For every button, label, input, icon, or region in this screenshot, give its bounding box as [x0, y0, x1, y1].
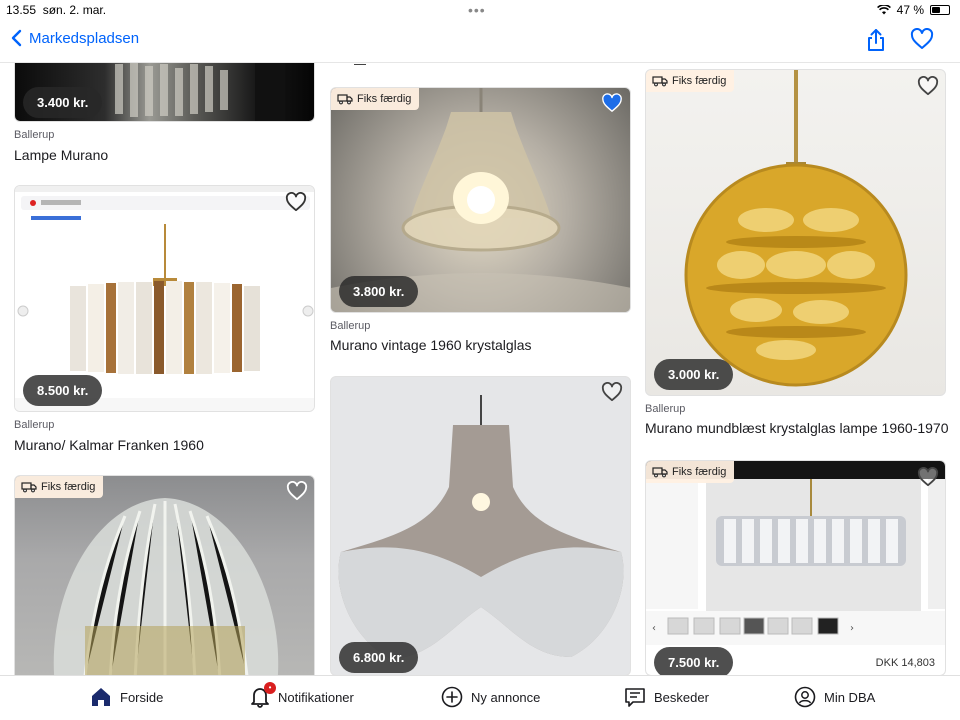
fiks-faerdig-badge: Fiks færdig [646, 70, 735, 92]
favorite-heart-icon[interactable] [286, 481, 308, 501]
badge-label: Fiks færdig [672, 466, 727, 478]
back-label: Markedspladsen [29, 29, 140, 47]
tab-messages[interactable]: Beskeder [624, 686, 709, 708]
favorite-heart-icon[interactable] [601, 382, 623, 402]
fiks-faerdig-badge: Fiks færdig [646, 461, 735, 483]
favorite-heart-icon[interactable] [285, 192, 307, 212]
delivery-truck-icon [652, 76, 668, 87]
favorite-heart-icon[interactable] [910, 28, 934, 50]
price-tag: 3.000 kr. [654, 359, 734, 390]
status-bar: 13.55 søn. 2. mar. ••• 47 % [0, 0, 960, 20]
flower-lamp-photo [338, 395, 624, 659]
nav-bar: Markedspladsen [0, 20, 960, 63]
price-tag: 3.800 kr. [339, 276, 419, 307]
listing-location: Ballerup [14, 419, 55, 431]
listing-card[interactable]: ‹ › Fiks færdig 7.500 kr. DKK 14,803 [645, 460, 947, 675]
favorite-heart-icon[interactable] [917, 467, 939, 487]
listing-card[interactable]: 6.800 kr. [330, 376, 631, 675]
listing-location: Ballerup [14, 129, 55, 141]
status-time: 13.55 søn. 2. mar. [6, 3, 107, 17]
listing-feed[interactable]: 3.400 kr. Ballerup Lampe Murano 8.500 kr… [0, 63, 960, 675]
listing-image[interactable]: Fiks færdig [14, 475, 315, 675]
tab-my-dba-label: Min DBA [824, 689, 876, 705]
badge-label: Fiks færdig [357, 93, 412, 105]
tab-notifications-label: Notifikationer [278, 689, 354, 705]
listing-image[interactable]: 8.500 kr. [14, 185, 315, 412]
badge-label: Fiks færdig [41, 481, 96, 493]
badge-label: Fiks færdig [672, 75, 727, 87]
tab-notifications[interactable]: • Notifikationer [250, 682, 354, 708]
multitask-dots[interactable]: ••• [468, 2, 486, 18]
favorite-heart-icon[interactable] [917, 76, 939, 96]
price-tag: 3.400 kr. [23, 87, 103, 118]
battery-fill [932, 7, 940, 13]
listing-title[interactable]: Murano/ Kalmar Franken 1960 [14, 437, 204, 453]
listing-card[interactable]: Fiks færdig [14, 475, 315, 675]
share-icon[interactable] [866, 28, 886, 52]
listing-card[interactable]: 3.400 kr. Ballerup Lampe Murano [14, 63, 315, 163]
user-circle-icon [794, 686, 816, 708]
bottom-tab-bar: Forside • Notifikationer Ny annonce Besk… [0, 675, 960, 720]
favorite-heart-icon-active[interactable] [601, 93, 623, 113]
overlay-price-text: DKK 14,803 [871, 656, 939, 670]
tab-new-ad[interactable]: Ny annonce [441, 686, 540, 708]
listing-title[interactable]: Murano mundblæst krystalglas lampe 1960-… [645, 420, 949, 436]
battery-percent: 47 % [896, 3, 924, 17]
chevron-left-icon [11, 29, 22, 47]
crystal-chandelier-photo: ‹ › [646, 461, 945, 645]
price-tag: 6.800 kr. [339, 642, 419, 673]
glass-shade-photo [53, 498, 279, 675]
svg-text:›: › [850, 623, 854, 634]
fiks-faerdig-badge: Fiks færdig [331, 88, 420, 110]
listing-location: Ballerup [330, 320, 371, 332]
price-tag: 8.500 kr. [23, 375, 103, 406]
price-tag: 7.500 kr. [654, 647, 734, 675]
listing-image[interactable]: Fiks færdig 3.000 kr. [645, 69, 946, 396]
listing-card[interactable]: 8.500 kr. Ballerup Murano/ Kalmar Franke… [14, 185, 315, 455]
listing-image[interactable]: 6.800 kr. [330, 376, 631, 675]
tab-home[interactable]: Forside [90, 686, 163, 708]
battery-icon [930, 5, 950, 15]
listing-image[interactable]: 3.400 kr. [14, 63, 315, 122]
tab-new-ad-label: Ny annonce [471, 689, 541, 705]
delivery-truck-icon [337, 94, 353, 105]
home-icon [92, 688, 110, 706]
notification-badge: • [264, 682, 276, 694]
listing-image[interactable]: ‹ › Fiks færdig 7.500 kr. DKK 14,803 [645, 460, 946, 675]
listing-image[interactable]: Fiks færdig 3.800 kr. [330, 87, 631, 313]
listing-location: Ballerup [645, 403, 686, 415]
listing-card[interactable]: Fiks færdig 3.000 kr. Ballerup Murano mu… [645, 69, 949, 441]
plus-circle-icon [441, 686, 463, 708]
wifi-icon [876, 5, 891, 15]
tab-home-label: Forside [120, 689, 164, 705]
delivery-truck-icon [21, 482, 37, 493]
delivery-truck-icon [652, 467, 668, 478]
back-button[interactable]: Markedspladsen [10, 29, 139, 47]
chat-bubble-icon [625, 688, 645, 707]
svg-text:‹: ‹ [652, 623, 656, 634]
amber-globe-lamp-photo [684, 70, 908, 387]
fiks-faerdig-badge: Fiks færdig [15, 476, 104, 498]
tab-messages-label: Beskeder [654, 689, 709, 705]
cut-off-title [330, 63, 630, 65]
tab-my-dba[interactable]: Min DBA [794, 686, 875, 708]
listing-card[interactable]: Fiks færdig 3.800 kr. Ballerup Murano vi… [330, 87, 631, 357]
listing-title[interactable]: Lampe Murano [14, 147, 108, 163]
listing-title[interactable]: Murano vintage 1960 krystalglas [330, 337, 532, 353]
